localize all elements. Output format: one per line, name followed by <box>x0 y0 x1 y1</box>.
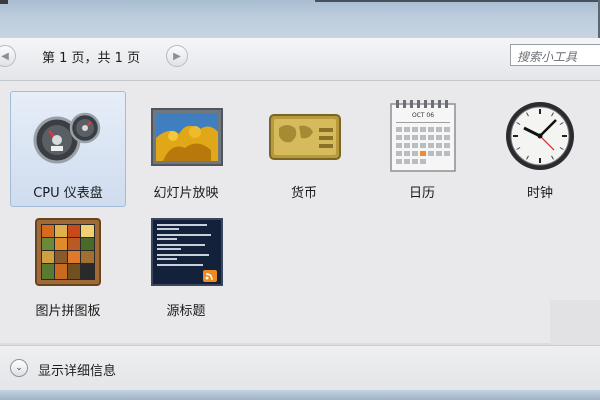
calendar-icon: OCT 06 <box>390 100 456 172</box>
gadget-label: 幻灯片放映 <box>153 186 219 201</box>
gadget-label: 图片拼图板 <box>35 304 101 319</box>
gadget-clock[interactable]: 时钟 <box>482 91 598 207</box>
calendar-month: OCT 06 <box>412 112 434 119</box>
gadget-label: 源标题 <box>166 304 206 319</box>
title-bar-edge <box>315 0 600 2</box>
gadget-label: 时钟 <box>526 186 553 201</box>
clock-icon <box>506 102 574 170</box>
gadget-label: 货币 <box>290 186 317 201</box>
gadget-gallery: CPU 仪表盘 幻灯片放映 货币 OCT 06 日历 时钟 图片拼图板 源标题 <box>0 81 600 343</box>
title-bar-edge <box>0 0 8 4</box>
gadget-picture-puzzle[interactable]: 图片拼图板 <box>10 209 126 325</box>
search-input[interactable]: 搜索小工具 <box>510 44 600 66</box>
show-details-toggle[interactable]: ⌄ <box>10 359 28 377</box>
picture-puzzle-icon <box>35 218 101 286</box>
chevron-left-icon: ◀ <box>1 50 9 62</box>
cpu-meter-icon <box>33 112 101 164</box>
page-info: 第 1 页，共 1 页 <box>42 51 141 66</box>
gadget-label: CPU 仪表盘 <box>33 186 103 201</box>
next-page-button[interactable]: ▶ <box>166 45 188 67</box>
slideshow-icon <box>151 108 223 166</box>
details-footer: ⌄ 显示详细信息 <box>0 345 600 391</box>
feed-headlines-icon <box>151 218 223 286</box>
gadget-slideshow[interactable]: 幻灯片放映 <box>128 91 244 207</box>
gadget-calendar[interactable]: OCT 06 日历 <box>364 91 480 207</box>
prev-page-button[interactable]: ◀ <box>0 45 16 67</box>
gadget-label: 日历 <box>408 186 435 201</box>
show-details-label[interactable]: 显示详细信息 <box>38 360 116 379</box>
toolbar: ◀ 第 1 页，共 1 页 ▶ 搜索小工具 <box>0 38 600 81</box>
taskbar-edge <box>0 390 600 400</box>
currency-icon <box>269 114 341 160</box>
window-title-bar[interactable] <box>0 0 600 38</box>
gadget-feed-headlines[interactable]: 源标题 <box>128 209 244 325</box>
gadget-cpu-meter[interactable]: CPU 仪表盘 <box>10 91 126 207</box>
gadget-currency[interactable]: 货币 <box>246 91 362 207</box>
chevron-right-icon: ▶ <box>173 50 181 62</box>
chevron-down-circle-icon: ⌄ <box>15 363 23 373</box>
